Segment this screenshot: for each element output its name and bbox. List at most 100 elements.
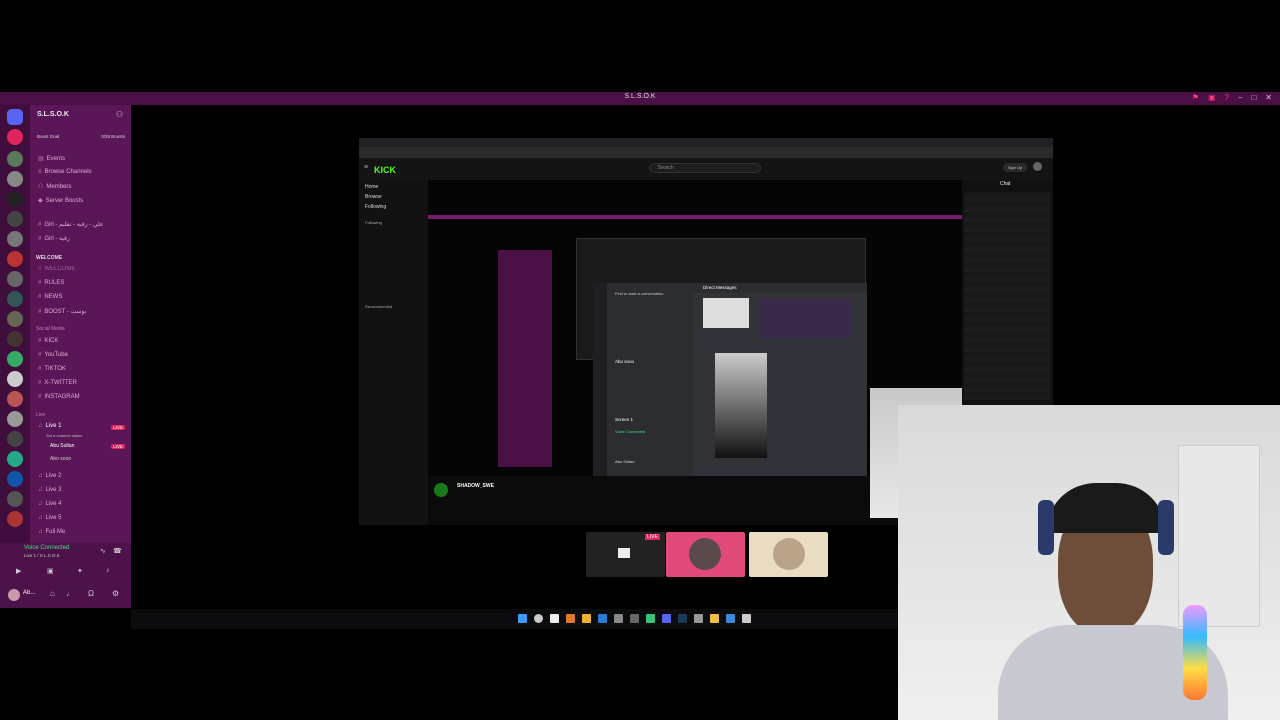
kick-logo[interactable]: KICK bbox=[374, 165, 396, 175]
nav-following[interactable]: Following bbox=[365, 204, 386, 210]
channel-status[interactable]: Set a channel status bbox=[46, 433, 82, 438]
menu-server-boosts[interactable]: ◆ Server Boosts bbox=[38, 197, 83, 204]
voice-channel[interactable]: ♫ Live 2 bbox=[38, 473, 62, 479]
server-icon[interactable] bbox=[7, 311, 23, 327]
voice-channel-name[interactable]: Live 1 / S.L.S.O.K bbox=[24, 553, 60, 558]
server-icon[interactable] bbox=[7, 511, 23, 527]
voice-user[interactable]: Abu Sultan bbox=[50, 443, 74, 449]
voice-user[interactable]: Abo sooo bbox=[50, 456, 71, 462]
app-icon[interactable] bbox=[630, 614, 639, 623]
inbox-icon[interactable]: ⚑ bbox=[1192, 93, 1199, 102]
server-icon[interactable] bbox=[7, 271, 23, 287]
avatar[interactable] bbox=[8, 589, 20, 601]
category-live[interactable]: Live bbox=[36, 412, 45, 418]
channel-item[interactable]: # TIKTOK bbox=[38, 366, 66, 372]
participant-tile[interactable] bbox=[749, 532, 828, 577]
server-icon[interactable] bbox=[7, 391, 23, 407]
server-icon[interactable] bbox=[7, 291, 23, 307]
attachment-image[interactable] bbox=[759, 298, 851, 338]
screen-share-icon[interactable]: ▣ bbox=[47, 567, 54, 575]
voice-channel[interactable]: ♫ Live 5 bbox=[38, 515, 62, 521]
windows-start-icon[interactable] bbox=[518, 614, 527, 623]
app-icon[interactable] bbox=[614, 614, 623, 623]
participant-tile[interactable] bbox=[666, 532, 745, 577]
mic-icon[interactable]: ♩ bbox=[66, 589, 74, 598]
voice-channel[interactable]: ♫ Live 4 bbox=[38, 501, 62, 507]
server-icon[interactable] bbox=[7, 451, 23, 467]
discord-icon[interactable] bbox=[662, 614, 671, 623]
menu-browse-channels[interactable]: ≡ Browse Channels bbox=[38, 169, 92, 175]
dm-user[interactable]: Abu Sultan bbox=[615, 459, 635, 464]
vscode-icon[interactable] bbox=[598, 614, 607, 623]
soundboard-icon[interactable]: ♪ bbox=[106, 567, 110, 574]
attachment-image[interactable] bbox=[703, 298, 749, 328]
app-icon[interactable] bbox=[694, 614, 703, 623]
signup-button[interactable]: Sign Up bbox=[1003, 163, 1027, 172]
search-icon[interactable] bbox=[534, 614, 543, 623]
dm-search[interactable]: Find or start a conversation bbox=[615, 291, 663, 296]
server-icon[interactable] bbox=[7, 471, 23, 487]
avatar[interactable] bbox=[1033, 162, 1042, 171]
user-name[interactable]: Ab... bbox=[23, 590, 35, 596]
server-icon[interactable] bbox=[7, 231, 23, 247]
app-icon[interactable] bbox=[646, 614, 655, 623]
taskview-icon[interactable] bbox=[550, 614, 559, 623]
nav-browse[interactable]: Browse bbox=[365, 194, 382, 200]
voice-channel[interactable]: ♫ Live 3 bbox=[38, 487, 62, 493]
server-name[interactable]: S.L.S.O.K bbox=[37, 111, 69, 118]
help-icon[interactable]: ? bbox=[1225, 93, 1229, 102]
noise-icon[interactable]: ∿ bbox=[100, 547, 106, 555]
server-icon[interactable] bbox=[7, 251, 23, 267]
activity-icon[interactable]: ✦ bbox=[77, 567, 83, 575]
folder-icon[interactable] bbox=[710, 614, 719, 623]
channel-item[interactable]: # BOOST - بوست bbox=[38, 308, 86, 315]
streamer-name[interactable]: SHADOW_SWE bbox=[457, 483, 494, 489]
app-icon[interactable] bbox=[566, 614, 575, 623]
app-icon[interactable] bbox=[726, 614, 735, 623]
gamepad-icon[interactable]: ⌂ bbox=[50, 589, 55, 598]
kick-search-input[interactable]: Search bbox=[649, 163, 761, 173]
nav-home[interactable]: Home bbox=[365, 184, 378, 190]
discord-home-icon[interactable] bbox=[7, 109, 23, 125]
server-icon[interactable] bbox=[7, 431, 23, 447]
channel-item[interactable]: # WELCOME bbox=[38, 266, 75, 272]
streamer-avatar[interactable] bbox=[434, 483, 448, 497]
category-welcome[interactable]: WELCOME bbox=[36, 255, 62, 261]
voice-channel-live-1[interactable]: ♫ Live 1 bbox=[38, 423, 62, 429]
stream-player[interactable]: Find or start a conversation Abo sooo Sc… bbox=[428, 180, 1030, 518]
server-icon[interactable] bbox=[7, 371, 23, 387]
camera-icon[interactable]: ▶ bbox=[16, 567, 21, 575]
minimize-icon[interactable]: – bbox=[1238, 93, 1242, 102]
channel-item[interactable]: # NEWS bbox=[38, 294, 62, 300]
maximize-icon[interactable]: □ bbox=[1251, 93, 1256, 102]
disconnect-icon[interactable]: ☎ bbox=[113, 547, 122, 555]
server-icon[interactable] bbox=[7, 171, 23, 187]
channel-item[interactable]: # Girl - علي - رقية - تقليم bbox=[38, 221, 104, 228]
voice-channel[interactable]: ♫ Full Me bbox=[38, 529, 65, 535]
attachment-image[interactable] bbox=[715, 353, 767, 458]
server-icon[interactable] bbox=[7, 211, 23, 227]
server-icon[interactable] bbox=[7, 191, 23, 207]
settings-gear-icon[interactable]: ⚙ bbox=[112, 589, 119, 598]
channel-item[interactable]: # YouTube bbox=[38, 352, 68, 358]
app-icon[interactable] bbox=[582, 614, 591, 623]
dm-friend[interactable]: Abo sooo bbox=[615, 359, 634, 364]
menu-icon[interactable]: ≡ bbox=[364, 164, 368, 171]
boost-goal[interactable]: Boost Goal 0/28 Boosts bbox=[37, 134, 125, 139]
channel-item[interactable]: # INSTAGRAM bbox=[38, 394, 80, 400]
channel-item[interactable]: # X-TWITTER bbox=[38, 380, 77, 386]
participant-tile[interactable]: LIVE bbox=[586, 532, 665, 577]
close-icon[interactable]: ✕ bbox=[1265, 93, 1272, 102]
server-icon[interactable] bbox=[7, 411, 23, 427]
app-icon[interactable] bbox=[742, 614, 751, 623]
server-icon[interactable] bbox=[7, 129, 23, 145]
channel-item[interactable]: # Girl - رقية bbox=[38, 235, 70, 242]
menu-events[interactable]: ▤ Events bbox=[38, 155, 65, 162]
screen-icon[interactable]: ▣ bbox=[1208, 93, 1216, 102]
menu-members[interactable]: ⚇ Members bbox=[38, 183, 71, 190]
channel-item[interactable]: # KICK bbox=[38, 338, 58, 344]
server-icon[interactable] bbox=[7, 331, 23, 347]
add-member-icon[interactable]: ⚇ bbox=[116, 110, 123, 119]
server-icon[interactable] bbox=[7, 491, 23, 507]
headphones-icon[interactable]: Ω bbox=[88, 589, 94, 598]
